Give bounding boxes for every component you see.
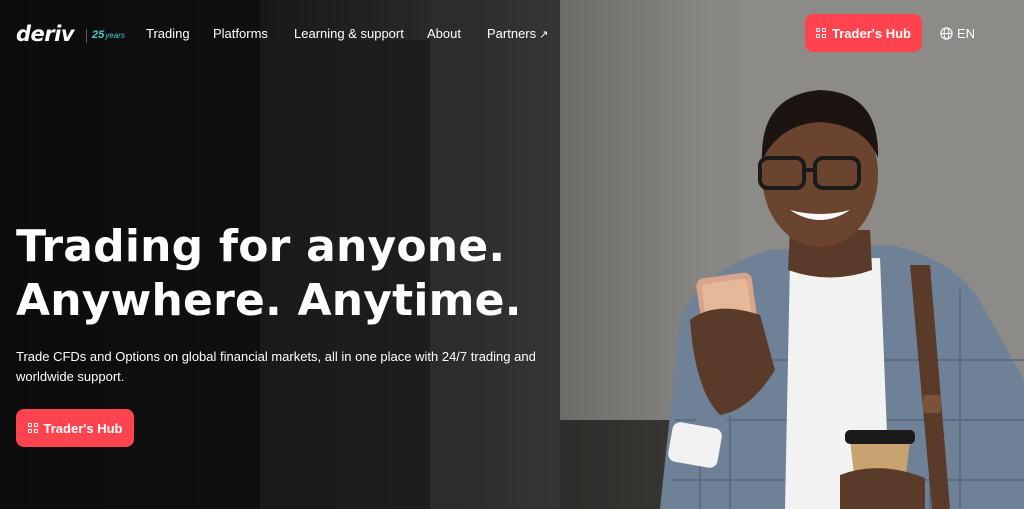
- headline-line-2: Anywhere. Anytime.: [16, 275, 522, 326]
- globe-icon: [940, 27, 953, 40]
- traders-hub-nav-label: Trader's Hub: [832, 25, 911, 41]
- person-with-phone-image: [660, 90, 1024, 509]
- nav-platforms[interactable]: Platforms: [213, 26, 268, 41]
- language-label: EN: [957, 26, 976, 41]
- traders-hub-hero-label: Trader's Hub: [43, 420, 123, 436]
- traders-hub-nav-button[interactable]: Trader's Hub: [805, 14, 922, 52]
- badge-number: 25: [92, 29, 105, 41]
- external-arrow-icon: ↗: [539, 29, 549, 41]
- language-selector[interactable]: EN: [940, 26, 975, 41]
- hero-subtitle: Trade CFDs and Options on global financi…: [16, 349, 536, 384]
- deriv-logo[interactable]: deriv: [16, 22, 75, 46]
- anniversary-badge: 25 years: [86, 29, 125, 43]
- top-navigation: deriv 25 years Trading Platforms Learnin…: [0, 0, 1024, 68]
- badge-text: years: [105, 31, 125, 40]
- nav-partners[interactable]: Partners ↗: [487, 26, 548, 41]
- nav-learning-support[interactable]: Learning & support: [294, 26, 404, 41]
- hero-headline: Trading for anyone. Anywhere. Anytime.: [16, 220, 522, 328]
- nav-trading[interactable]: Trading: [146, 26, 190, 41]
- nav-about[interactable]: About: [427, 26, 461, 41]
- headline-line-1: Trading for anyone.: [16, 221, 506, 272]
- nav-partners-label: Partners: [487, 26, 537, 41]
- traders-hub-hero-button[interactable]: Trader's Hub: [16, 409, 134, 447]
- grid-icon: [816, 28, 827, 38]
- grid-icon: [27, 423, 38, 433]
